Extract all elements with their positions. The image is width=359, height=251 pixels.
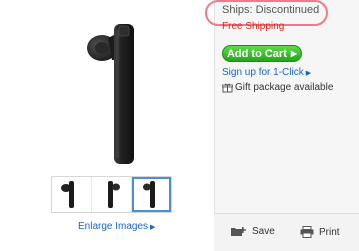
gift-icon: [222, 83, 233, 92]
right-arrow-icon: ▶: [305, 70, 312, 77]
folder-plus-icon: [231, 227, 246, 236]
thumbnail-3-selected[interactable]: [132, 177, 171, 212]
add-to-cart-label: Add to Cart: [226, 47, 287, 60]
thumbnail-1[interactable]: [52, 177, 92, 212]
save-label: Save: [252, 226, 275, 237]
save-button[interactable]: Save: [230, 226, 275, 237]
add-to-cart-button[interactable]: Add to Cart ▶: [222, 45, 302, 62]
one-click-label: Sign up for 1-Click: [222, 67, 304, 78]
thumbnail-2[interactable]: [92, 177, 132, 212]
printer-icon: [300, 226, 314, 238]
gift-package-info: Gift package available: [222, 82, 333, 93]
ships-status: Ships: Discontinued: [222, 4, 320, 16]
thumbnail-strip: [51, 176, 172, 213]
free-shipping-label: Free Shipping: [222, 21, 285, 32]
one-click-signup-link[interactable]: Sign up for 1-Click ▶: [222, 67, 311, 78]
enlarge-images-link[interactable]: Enlarge Images ▶: [78, 221, 155, 232]
gift-label: Gift package available: [235, 82, 334, 93]
right-arrow-icon: ▶: [290, 49, 298, 58]
right-arrow-icon: ▶: [150, 224, 156, 231]
print-label: Print: [319, 226, 340, 238]
product-image: [87, 24, 134, 164]
enlarge-label: Enlarge Images: [78, 221, 149, 232]
print-button[interactable]: Print: [300, 226, 340, 238]
